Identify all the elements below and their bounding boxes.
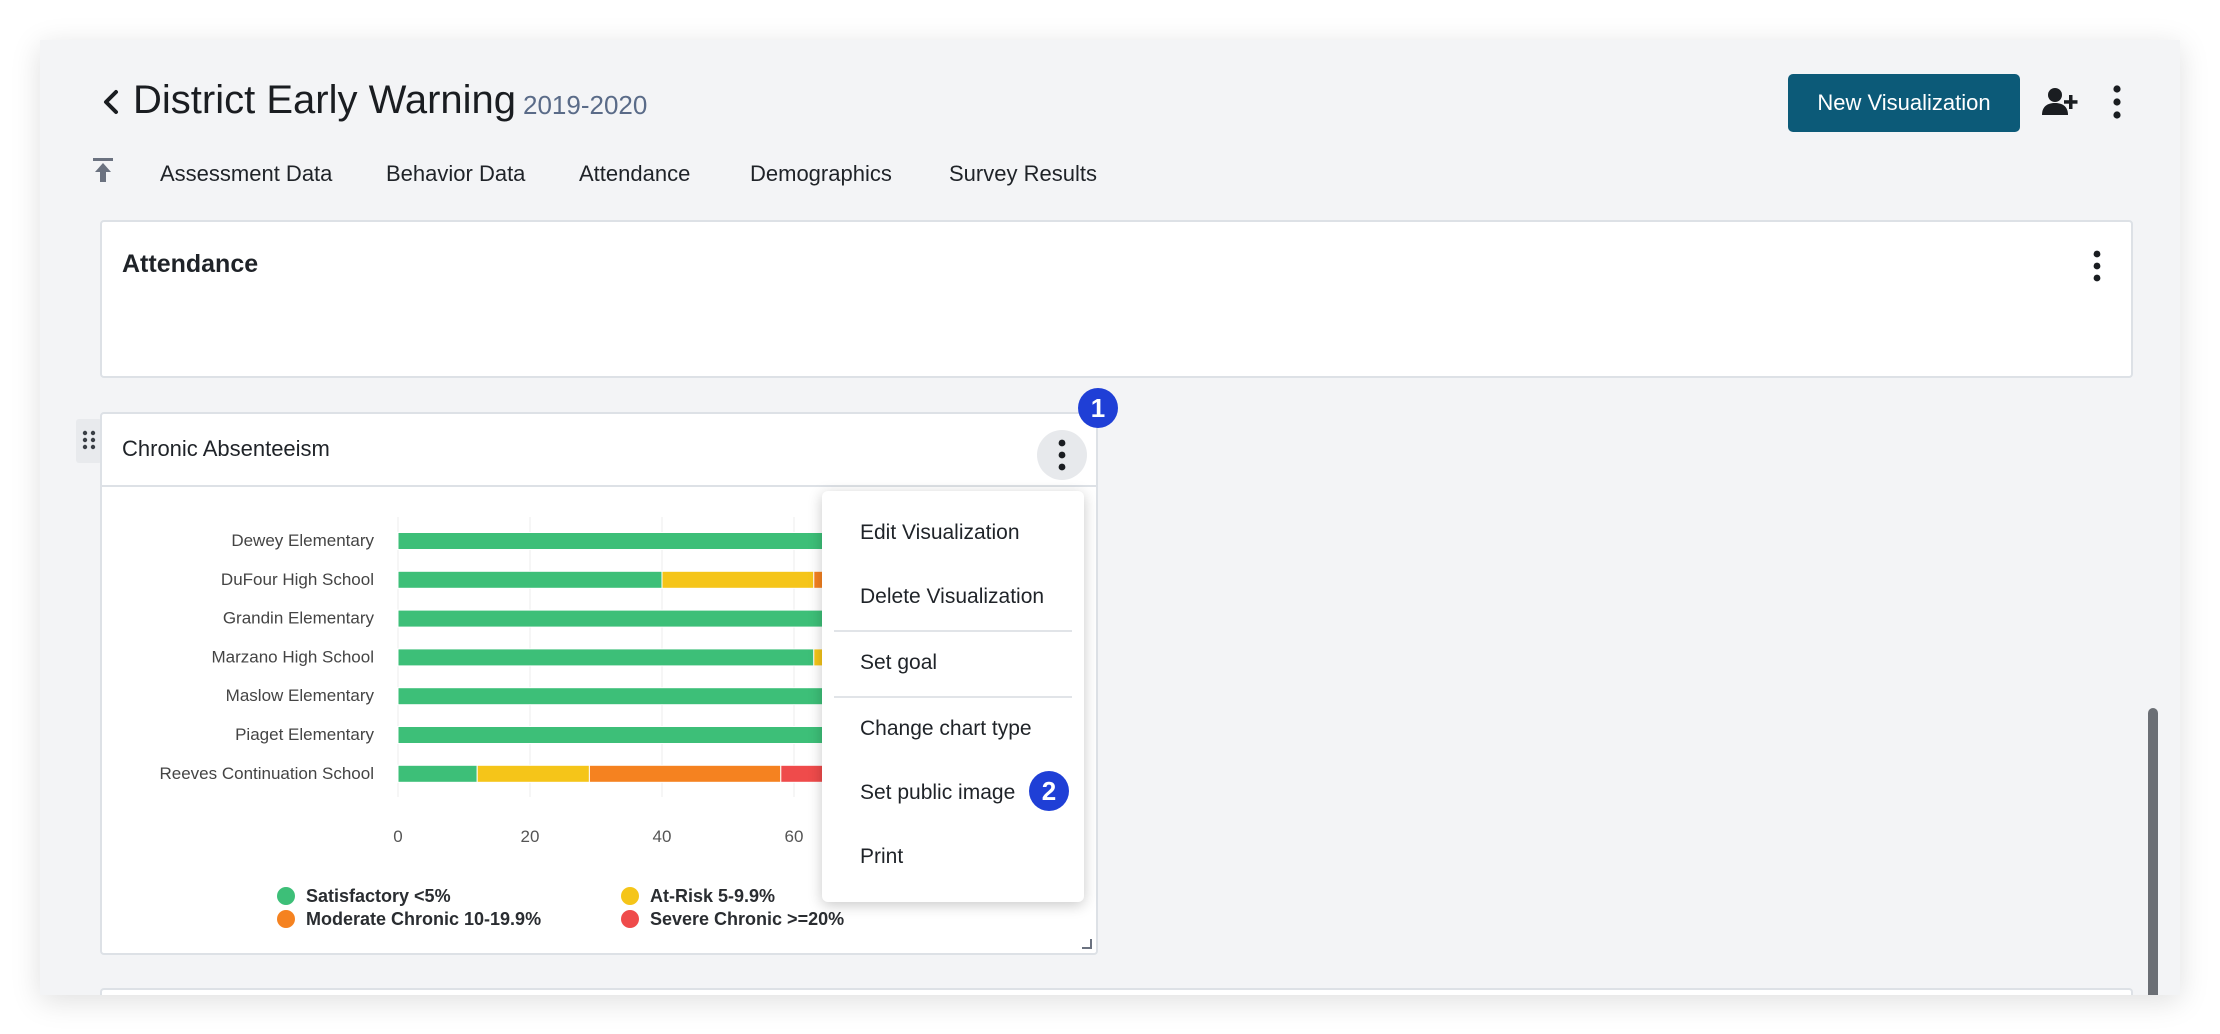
attendance-section: Attendance: [100, 220, 2133, 378]
tab-behavior-data[interactable]: Behavior Data: [386, 161, 525, 187]
next-card: [100, 988, 2133, 995]
legend-marker: [277, 910, 295, 928]
x-tick-label: 40: [653, 827, 672, 846]
app-window: District Early Warning 2019-2020 New Vis…: [40, 40, 2180, 995]
menu-item-change-chart-type[interactable]: Change chart type: [860, 717, 1032, 741]
more-vertical-icon: [2093, 250, 2101, 282]
category-label: Reeves Continuation School: [159, 764, 374, 783]
legend-marker: [621, 887, 639, 905]
section-options-button[interactable]: [2087, 246, 2107, 286]
more-vertical-icon: [1058, 439, 1066, 471]
bar-segment: [397, 764, 478, 783]
bar-segment: [588, 764, 782, 783]
more-options-button[interactable]: [2100, 80, 2134, 124]
more-vertical-icon: [2113, 85, 2121, 119]
new-visualization-button[interactable]: New Visualization: [1788, 74, 2020, 132]
drag-handle[interactable]: [76, 419, 102, 463]
card-header: Chronic Absenteeism: [102, 414, 1096, 487]
school-year: 2019-2020: [523, 90, 648, 120]
x-tick-label: 0: [393, 827, 402, 846]
legend-marker: [277, 887, 295, 905]
bar-segment: [661, 570, 815, 589]
legend-label: Severe Chronic >=20%: [650, 909, 844, 929]
chevron-left-icon: [104, 90, 118, 114]
menu-item-delete-visualization[interactable]: Delete Visualization: [860, 585, 1044, 609]
pin-tabs-button[interactable]: [90, 154, 116, 186]
category-label: Piaget Elementary: [235, 725, 374, 744]
card-options-button[interactable]: [1037, 430, 1087, 480]
user-plus-icon: [2042, 88, 2078, 115]
section-title: Attendance: [122, 250, 259, 278]
menu-item-set-public-image[interactable]: Set public image: [860, 781, 1015, 805]
tab-attendance[interactable]: Attendance: [579, 161, 690, 187]
share-button[interactable]: [2040, 82, 2080, 122]
category-label: Dewey Elementary: [231, 531, 374, 550]
scrollbar-thumb[interactable]: [2148, 708, 2158, 995]
tab-survey-results[interactable]: Survey Results: [949, 161, 1097, 187]
back-button[interactable]: [90, 80, 134, 124]
step-callout-1: 1: [1078, 388, 1118, 428]
legend-marker: [621, 910, 639, 928]
tab-assessment-data[interactable]: Assessment Data: [160, 161, 332, 187]
step-callout-2: 2: [1029, 771, 1069, 811]
legend-label: Satisfactory <5%: [306, 886, 451, 906]
bar-segment: [397, 648, 815, 667]
card-options-menu: Edit Visualization Delete Visualization …: [822, 491, 1084, 902]
category-label: DuFour High School: [221, 570, 374, 589]
grip-icon: [82, 430, 96, 450]
menu-divider: [834, 696, 1072, 698]
legend-label: Moderate Chronic 10-19.9%: [306, 909, 541, 929]
page-title: District Early Warning: [133, 78, 517, 122]
menu-item-print[interactable]: Print: [860, 845, 903, 869]
category-label: Marzano High School: [211, 647, 374, 666]
menu-item-set-goal[interactable]: Set goal: [860, 651, 937, 675]
resize-handle-icon[interactable]: [1080, 937, 1092, 949]
legend-label: At-Risk 5-9.9%: [650, 886, 775, 906]
x-tick-label: 20: [521, 827, 540, 846]
x-tick-label: 60: [785, 827, 804, 846]
category-label: Maslow Elementary: [226, 686, 375, 705]
bar-segment: [476, 764, 590, 783]
tab-demographics[interactable]: Demographics: [750, 161, 892, 187]
category-label: Grandin Elementary: [223, 609, 375, 628]
card-title: Chronic Absenteeism: [122, 436, 330, 461]
menu-item-edit-visualization[interactable]: Edit Visualization: [860, 521, 1020, 545]
bar-segment: [397, 570, 663, 589]
arrow-to-top-icon: [93, 158, 113, 182]
menu-divider: [834, 630, 1072, 632]
